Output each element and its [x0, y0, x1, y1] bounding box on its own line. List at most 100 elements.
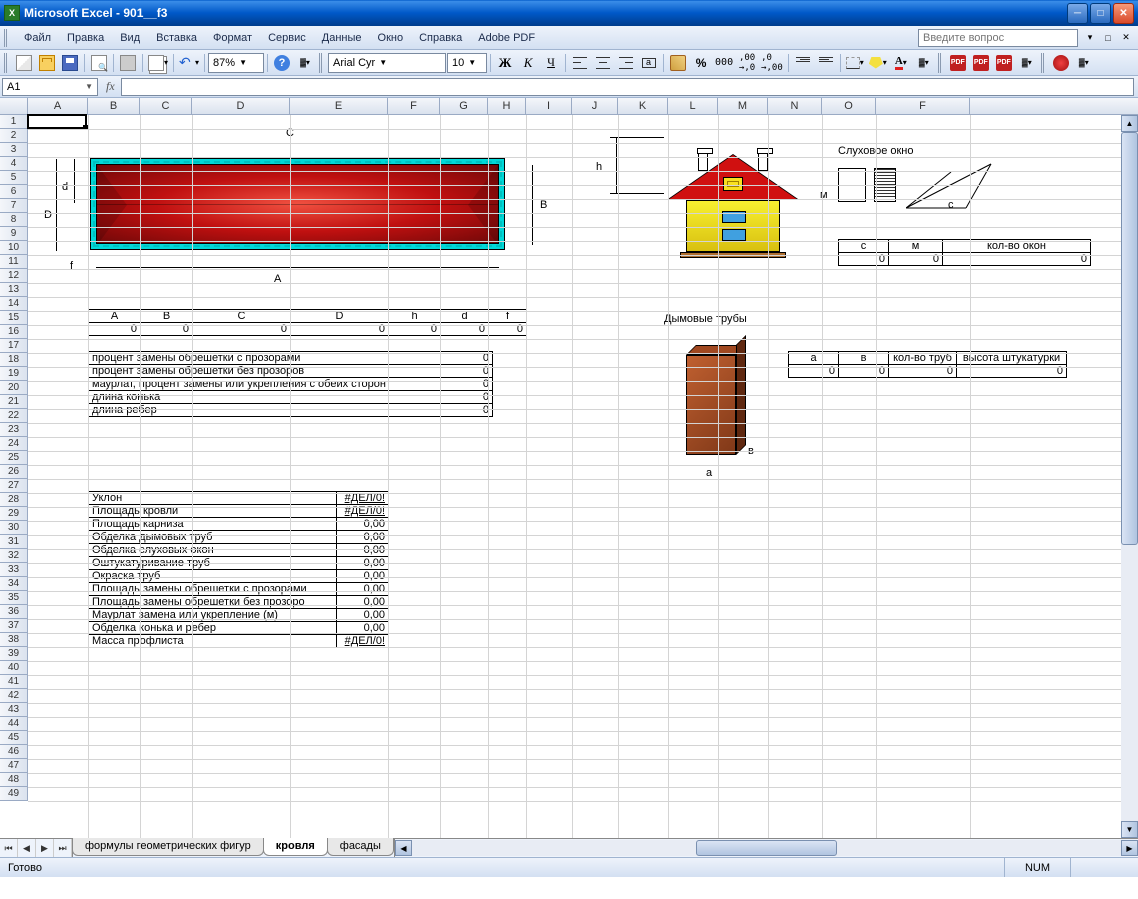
result-val-8[interactable]: 0,00 [337, 596, 389, 609]
row-header-30[interactable]: 30 [0, 521, 28, 535]
col-header-J[interactable]: J [572, 98, 618, 114]
increase-decimal-button[interactable]: ,00→,0 [736, 52, 758, 74]
toolbar-options-2[interactable]: ▓▾ [913, 52, 935, 74]
pdf-review-button[interactable]: PDF [993, 52, 1015, 74]
row-header-4[interactable]: 4 [0, 157, 28, 171]
menu-data[interactable]: Данные [314, 28, 370, 48]
row-header-16[interactable]: 16 [0, 325, 28, 339]
percent-button[interactable]: % [690, 52, 712, 74]
bold-button[interactable]: Ж [494, 52, 516, 74]
scroll-up-button[interactable]: ▲ [1121, 115, 1138, 132]
col-header-N[interactable]: N [768, 98, 822, 114]
toolbar-handle-4[interactable] [1041, 53, 1047, 73]
result-label-4[interactable]: Обделка слуховых окон [89, 544, 337, 557]
results-table[interactable]: Уклон#ДЕЛ/0!Площадь кровли#ДЕЛ/0!Площадь… [88, 491, 389, 648]
result-label-2[interactable]: Площадь карниза [89, 518, 337, 531]
menu-view[interactable]: Вид [112, 28, 148, 48]
menu-insert[interactable]: Вставка [148, 28, 205, 48]
font-combo[interactable]: Arial Cyr▼ [328, 53, 446, 73]
undo-button[interactable]: ↶▾ [177, 52, 201, 74]
row-header-49[interactable]: 49 [0, 787, 28, 801]
row-header-1[interactable]: 1 [0, 115, 28, 129]
doc-restore-button[interactable]: □ [1100, 31, 1116, 45]
vscroll-thumb[interactable] [1121, 132, 1138, 545]
scroll-right-button[interactable]: ▶ [1121, 840, 1138, 856]
currency-button[interactable] [667, 52, 689, 74]
pdf-email-button[interactable]: PDF [970, 52, 992, 74]
result-label-8[interactable]: Площадь замены обрешетки без прозоро [89, 596, 337, 609]
chimney-table[interactable]: а в кол-во труб высота штукатурки 0 0 0 … [788, 351, 1067, 378]
col-header-A[interactable]: A [28, 98, 88, 114]
row-header-14[interactable]: 14 [0, 297, 28, 311]
row-header-10[interactable]: 10 [0, 241, 28, 255]
row-header-23[interactable]: 23 [0, 423, 28, 437]
copy-button[interactable]: ▾ [146, 52, 170, 74]
param-val-4[interactable]: 0 [441, 404, 493, 417]
param-val-2[interactable]: 0 [441, 378, 493, 391]
row-header-17[interactable]: 17 [0, 339, 28, 353]
col-header-C[interactable]: C [140, 98, 192, 114]
menu-edit[interactable]: Правка [59, 28, 112, 48]
decrease-indent-button[interactable] [792, 52, 814, 74]
row-header-47[interactable]: 47 [0, 759, 28, 773]
tab-first-button[interactable]: ⏮ [0, 839, 18, 857]
help-button[interactable]: ? [271, 52, 293, 74]
borders-button[interactable]: ▾ [844, 52, 866, 74]
comma-button[interactable]: 000 [713, 52, 735, 74]
row-header-27[interactable]: 27 [0, 479, 28, 493]
print-button[interactable] [117, 52, 139, 74]
row-header-35[interactable]: 35 [0, 591, 28, 605]
row-header-5[interactable]: 5 [0, 171, 28, 185]
row-header-26[interactable]: 26 [0, 465, 28, 479]
row-header-22[interactable]: 22 [0, 409, 28, 423]
row-header-3[interactable]: 3 [0, 143, 28, 157]
result-val-3[interactable]: 0,00 [337, 531, 389, 544]
row-header-18[interactable]: 18 [0, 353, 28, 367]
help-question-input[interactable] [918, 29, 1078, 47]
open-button[interactable] [36, 52, 58, 74]
name-box[interactable]: A1 ▼ [2, 78, 98, 96]
row-header-7[interactable]: 7 [0, 199, 28, 213]
row-header-9[interactable]: 9 [0, 227, 28, 241]
toolbar-options-4[interactable]: ▓▾ [1073, 52, 1095, 74]
cells-area[interactable]: C B A D d f h Слуховое окно [28, 115, 1138, 838]
tab-last-button[interactable]: ⏭ [54, 839, 72, 857]
param-val-3[interactable]: 0 [441, 391, 493, 404]
row-header-19[interactable]: 19 [0, 367, 28, 381]
row-header-44[interactable]: 44 [0, 717, 28, 731]
menu-tools[interactable]: Сервис [260, 28, 314, 48]
row-header-25[interactable]: 25 [0, 451, 28, 465]
minimize-button[interactable]: ─ [1067, 3, 1088, 24]
col-header-F[interactable]: F [876, 98, 970, 114]
increase-indent-button[interactable] [815, 52, 837, 74]
font-color-button[interactable]: A▾ [890, 52, 912, 74]
menu-help[interactable]: Справка [411, 28, 470, 48]
row-header-39[interactable]: 39 [0, 647, 28, 661]
result-val-6[interactable]: 0,00 [337, 570, 389, 583]
col-header-B[interactable]: B [88, 98, 140, 114]
fill-color-button[interactable]: ▾ [867, 52, 889, 74]
font-size-combo[interactable]: 10▼ [447, 53, 487, 73]
row-header-48[interactable]: 48 [0, 773, 28, 787]
row-header-8[interactable]: 8 [0, 213, 28, 227]
col-header-E[interactable]: E [290, 98, 388, 114]
result-label-7[interactable]: Площадь замены обрешетки с прозорами [89, 583, 337, 596]
vertical-scrollbar[interactable]: ▲ ▼ [1121, 115, 1138, 838]
italic-button[interactable]: К [517, 52, 539, 74]
row-header-42[interactable]: 42 [0, 689, 28, 703]
col-header-L[interactable]: L [668, 98, 718, 114]
row-header-20[interactable]: 20 [0, 381, 28, 395]
row-header-33[interactable]: 33 [0, 563, 28, 577]
row-header-15[interactable]: 15 [0, 311, 28, 325]
menu-adobe-pdf[interactable]: Adobe PDF [470, 28, 543, 48]
col-header-M[interactable]: M [718, 98, 768, 114]
result-label-6[interactable]: Окраска труб [89, 570, 337, 583]
row-header-6[interactable]: 6 [0, 185, 28, 199]
toolbar-handle[interactable] [4, 53, 10, 73]
col-header-O[interactable]: O [822, 98, 876, 114]
col-header-K[interactable]: K [618, 98, 668, 114]
doc-close-button[interactable]: ✕ [1118, 31, 1134, 45]
permission-button[interactable] [88, 52, 110, 74]
row-header-43[interactable]: 43 [0, 703, 28, 717]
row-header-12[interactable]: 12 [0, 269, 28, 283]
